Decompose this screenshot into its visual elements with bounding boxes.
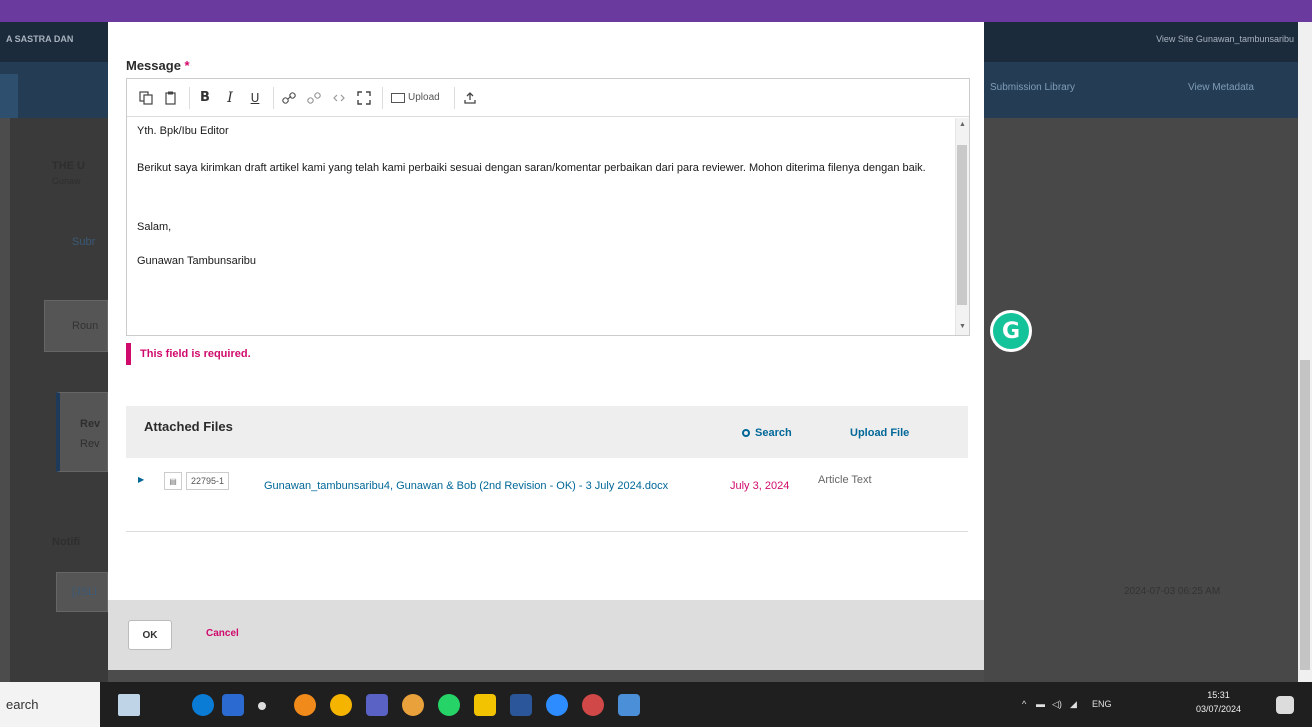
toolbar-divider: [453, 86, 455, 109]
background-user-menu: View Site Gunawan_tambunsaribu: [1156, 34, 1294, 44]
editor-line: Berikut saya kirimkan draft artikel kami…: [137, 162, 926, 174]
copy-icon[interactable]: [135, 87, 157, 109]
taskbar-clock[interactable]: 15:31 03/07/2024: [1196, 688, 1241, 716]
underline-button[interactable]: U: [244, 87, 266, 109]
message-editor[interactable]: B I U Upload Yth. Bpk/Ibu Editor Berikut…: [126, 78, 970, 336]
editor-line: Gunawan Tambunsaribu: [137, 255, 257, 267]
wifi-icon[interactable]: ◢: [1070, 699, 1077, 710]
teams-icon[interactable]: [366, 694, 388, 716]
message-label: Message *: [126, 58, 190, 73]
background-site-title: A SASTRA DAN: [6, 34, 74, 44]
background-right-column: [984, 118, 1298, 682]
upload-image-button[interactable]: Upload: [391, 92, 440, 103]
editor-toolbar: B I U Upload: [127, 79, 969, 117]
editor-line: [137, 179, 945, 196]
lighthouse-app-icon[interactable]: [118, 694, 140, 716]
zoom-icon[interactable]: [546, 694, 568, 716]
upload-file-button[interactable]: Upload File: [850, 427, 909, 439]
chrome-icon[interactable]: [330, 694, 352, 716]
editor-content[interactable]: Yth. Bpk/Ibu Editor Berikut saya kirimka…: [127, 118, 955, 335]
editor-line: [137, 236, 945, 253]
background-notifications-heading: Notifi: [52, 536, 81, 548]
grammarly-icon[interactable]: G: [990, 310, 1032, 352]
tray-chevron-icon[interactable]: ^: [1022, 699, 1026, 709]
code-icon[interactable]: [328, 87, 350, 109]
language-indicator[interactable]: ENG: [1092, 699, 1112, 709]
italic-button[interactable]: I: [219, 87, 241, 109]
background-notification-date: 2024-07-03 06:25 AM: [1124, 586, 1221, 597]
file-explorer-icon[interactable]: [474, 694, 496, 716]
attached-files-title: Attached Files: [144, 419, 233, 434]
page-scrollbar-thumb[interactable]: [1300, 360, 1310, 670]
paste-icon[interactable]: [160, 87, 182, 109]
required-marker: *: [184, 58, 190, 73]
file-id-badge: 22795-1: [186, 472, 230, 490]
background-nav-metadata: View Metadata: [1188, 82, 1254, 93]
volume-icon[interactable]: ◁): [1052, 699, 1062, 710]
error-message: This field is required.: [140, 348, 251, 360]
whatsapp-icon[interactable]: [438, 694, 460, 716]
background-title: THE U: [52, 160, 85, 172]
modal-footer: [108, 600, 984, 670]
editor-line: Yth. Bpk/Ibu Editor: [137, 125, 229, 137]
ok-button[interactable]: OK: [128, 620, 172, 650]
network-icon[interactable]: ▬: [1036, 699, 1045, 709]
toolbar-divider: [273, 86, 274, 109]
bold-button[interactable]: B: [194, 87, 216, 109]
search-icon: [742, 429, 750, 437]
image-icon: [391, 92, 405, 103]
fullscreen-icon[interactable]: [353, 87, 375, 109]
error-bar: [126, 343, 131, 365]
media-app-icon[interactable]: [582, 694, 604, 716]
toolbar-divider: [382, 86, 383, 109]
background-nav-tab: [0, 74, 18, 118]
scroll-down-arrow-icon[interactable]: ▼: [959, 323, 966, 330]
clock-time: 15:31: [1207, 690, 1230, 700]
app-icon[interactable]: [618, 694, 640, 716]
unlink-icon[interactable]: [303, 87, 325, 109]
store-icon[interactable]: [222, 694, 244, 716]
scroll-up-arrow-icon[interactable]: ▲: [959, 121, 966, 128]
background-review-box: [56, 392, 108, 472]
notification-icon[interactable]: [1276, 696, 1294, 714]
background-round-label: Roun: [72, 320, 99, 332]
chrome-profile-icon[interactable]: [402, 694, 424, 716]
firefox-icon[interactable]: [294, 694, 316, 716]
upload-icon[interactable]: [459, 87, 481, 109]
editor-line: [137, 196, 945, 213]
background-author: Gunaw: [52, 176, 81, 186]
browser-top-bar: [0, 0, 1312, 22]
cancel-button[interactable]: Cancel: [206, 628, 239, 639]
search-files-button[interactable]: Search: [742, 427, 792, 439]
taskbar-search-text: earch: [6, 697, 39, 712]
background-nav-library: Submission Library: [990, 82, 1076, 93]
field-error: This field is required.: [126, 343, 251, 365]
background-review-label-2: Rev: [80, 438, 100, 450]
background-tab: Subr: [72, 236, 96, 248]
file-date: July 3, 2024: [730, 480, 790, 492]
editor-line: Salam,: [137, 221, 172, 233]
link-icon[interactable]: [278, 87, 300, 109]
file-type: Article Text: [818, 474, 872, 486]
attached-files-header: [126, 406, 968, 458]
editor-scrollbar-thumb[interactable]: [957, 145, 967, 305]
background-review-label-1: Rev: [80, 418, 101, 430]
background-notification-link: [JSLI: [72, 586, 98, 598]
edge-icon[interactable]: [192, 694, 214, 716]
clock-date: 03/07/2024: [1196, 704, 1242, 714]
word-icon[interactable]: [510, 694, 532, 716]
file-icon: ▤: [164, 472, 182, 490]
dot-icon[interactable]: [258, 702, 266, 710]
editor-line: [137, 140, 945, 157]
toolbar-divider: [189, 86, 190, 109]
